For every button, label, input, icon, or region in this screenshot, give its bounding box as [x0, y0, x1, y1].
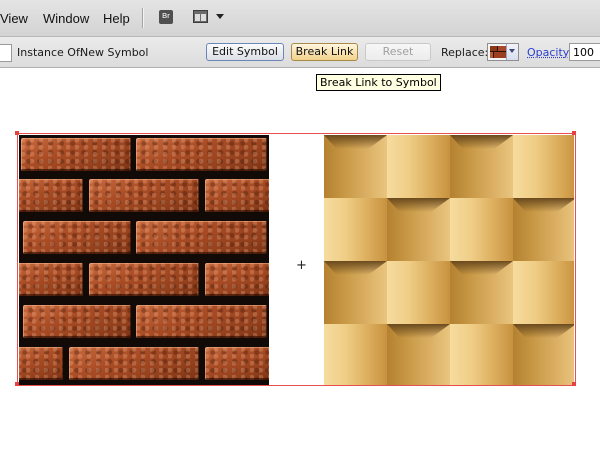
resize-handle-bottom-left[interactable]: [15, 382, 19, 386]
menu-view[interactable]: View: [0, 11, 28, 26]
arrange-documents-icon[interactable]: [193, 10, 208, 23]
symbol-swatch-icon: [490, 46, 506, 58]
break-link-tooltip: Break Link to Symbol: [316, 74, 441, 91]
menu-bar: View Window Help Br: [0, 0, 600, 37]
menu-separator: [142, 8, 144, 28]
chevron-down-icon[interactable]: [506, 44, 518, 60]
menu-help[interactable]: Help: [103, 11, 130, 26]
opacity-link[interactable]: Opacity:: [527, 46, 572, 59]
reset-button[interactable]: Reset: [365, 43, 431, 61]
resize-handle-top-left[interactable]: [15, 131, 19, 135]
edit-symbol-button[interactable]: Edit Symbol: [206, 43, 284, 61]
resize-handle-bottom-right[interactable]: [572, 382, 576, 386]
symbol-name: New Symbol: [80, 46, 149, 59]
break-link-button[interactable]: Break Link: [291, 43, 358, 61]
selection-indicator-field[interactable]: [0, 44, 12, 62]
instance-of-label: Instance Of:: [17, 46, 84, 59]
replace-symbol-dropdown[interactable]: [487, 43, 519, 61]
replace-label: Replace:: [441, 46, 489, 59]
center-point-icon: +: [296, 258, 307, 273]
chevron-down-icon[interactable]: [216, 14, 224, 19]
resize-handle-top-right[interactable]: [572, 131, 576, 135]
bridge-button[interactable]: Br: [159, 10, 173, 24]
opacity-field[interactable]: [569, 43, 600, 61]
control-bar: Instance Of: New Symbol Edit Symbol Brea…: [0, 37, 600, 68]
menu-window[interactable]: Window: [43, 11, 89, 26]
